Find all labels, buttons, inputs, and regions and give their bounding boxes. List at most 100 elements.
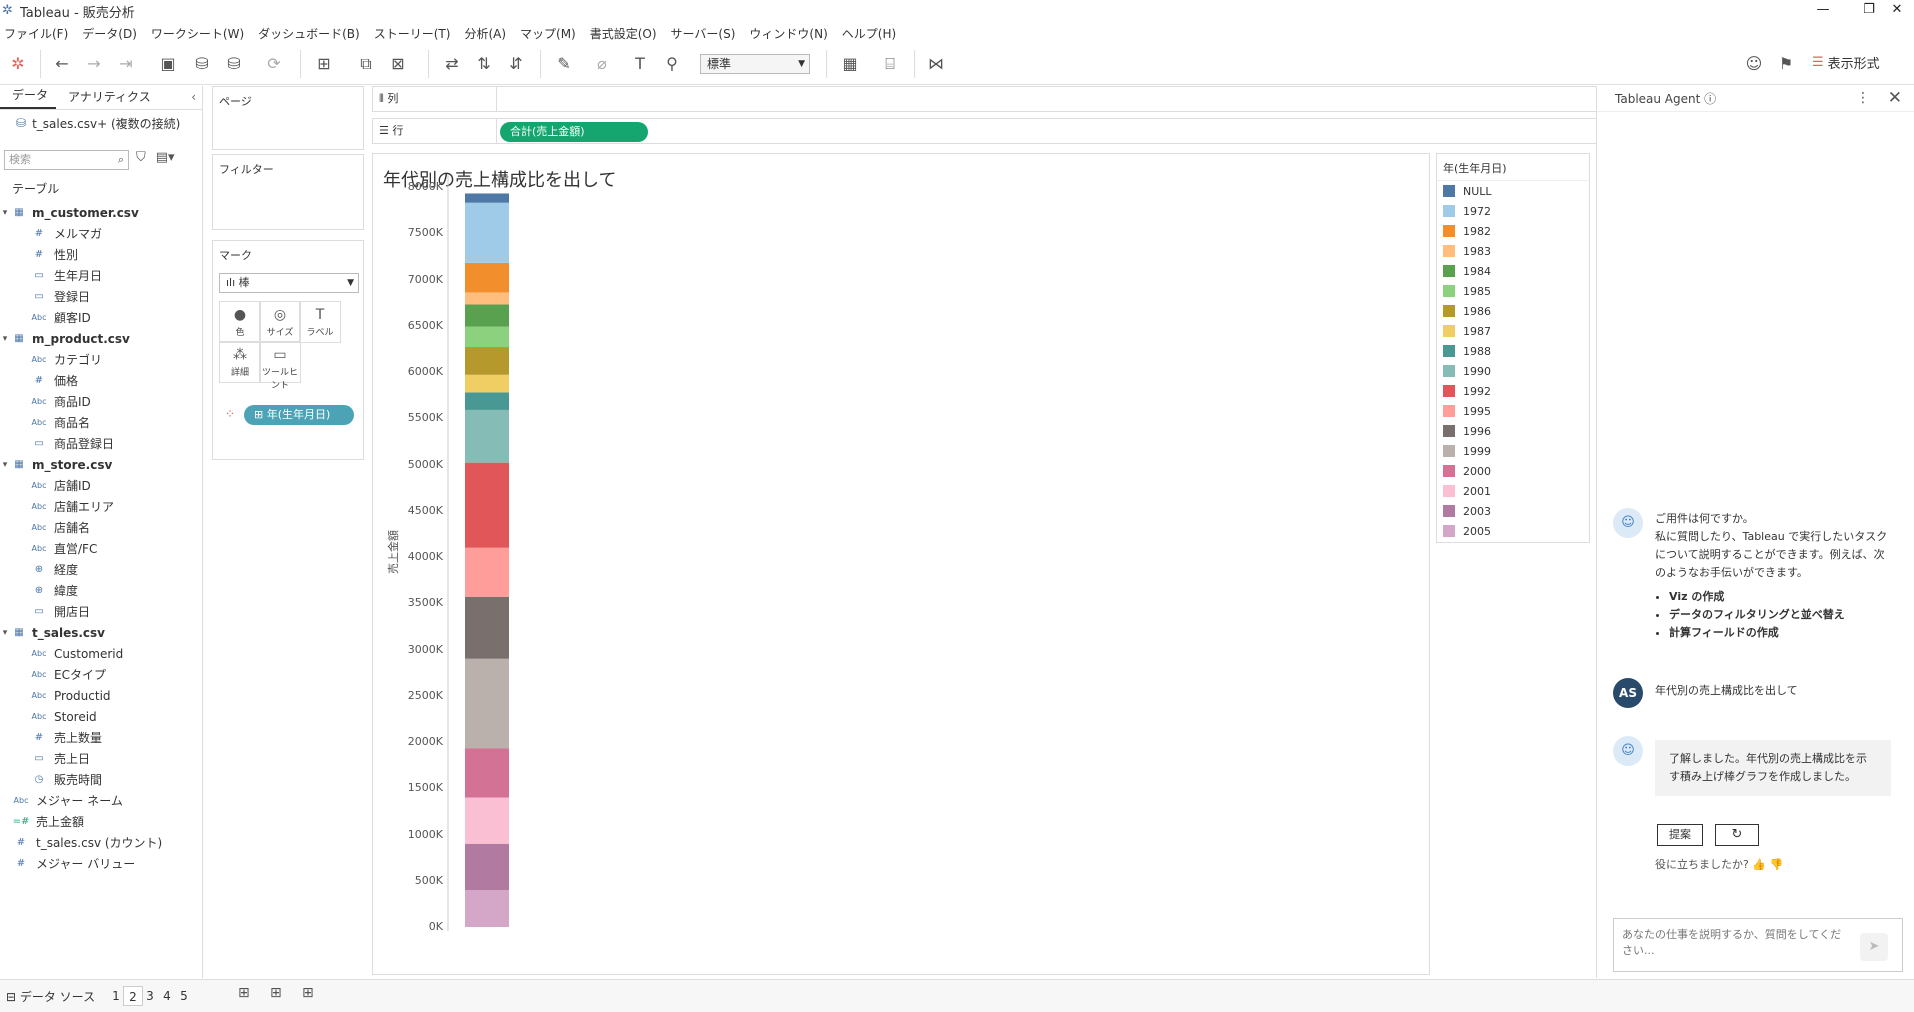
bar-segment-2000[interactable]	[465, 748, 509, 798]
field-item[interactable]: Abc 店舗ID	[0, 475, 203, 496]
bar-segment-1982[interactable]	[465, 262, 509, 293]
bar-segment-1987[interactable]	[465, 374, 509, 393]
legend-item[interactable]: 1987	[1437, 321, 1589, 341]
send-icon[interactable]: ➤	[1860, 933, 1888, 961]
field-item[interactable]: ◷ 販売時間	[0, 769, 203, 790]
field-item[interactable]: =# 売上金額	[0, 811, 203, 832]
expand-icon[interactable]: ▾	[0, 628, 10, 638]
bar-segment-1990[interactable]	[465, 409, 509, 463]
mark-type-select[interactable]: ılı 棒 ▼	[219, 273, 359, 293]
filters-card[interactable]: フィルター	[212, 154, 364, 230]
show-labels-icon[interactable]: T	[628, 52, 652, 76]
field-item[interactable]: Abc 直営/FC	[0, 538, 203, 559]
collapse-pane-icon[interactable]: ‹	[191, 90, 196, 104]
color-pill[interactable]: ⊞ 年(生年月日)	[244, 405, 354, 425]
field-item[interactable]: ▭ 生年月日	[0, 265, 203, 286]
bar-segment-1986[interactable]	[465, 347, 509, 375]
color-mark-button[interactable]: ● 色	[219, 301, 261, 343]
legend-item[interactable]: 1983	[1437, 241, 1589, 261]
agent-icon[interactable]: ☺	[1742, 52, 1766, 76]
field-item[interactable]: Abc 顧客ID	[0, 307, 203, 328]
datasource-tab[interactable]: ⊟ データ ソース	[6, 988, 95, 1005]
legend-item[interactable]: 1995	[1437, 401, 1589, 421]
search-input[interactable]: 検索 ⌕	[4, 150, 129, 170]
expand-icon[interactable]: ▾	[0, 208, 10, 218]
field-item[interactable]: ▭ 登録日	[0, 286, 203, 307]
fix-axes-icon[interactable]: ⚲	[660, 52, 684, 76]
tab-analytics[interactable]: アナリティクス	[56, 88, 159, 109]
bar-segment-NULL[interactable]	[465, 193, 509, 203]
new-worksheet-icon[interactable]: ⊞	[238, 985, 250, 1001]
tableau-home-icon[interactable]: ✲	[6, 52, 30, 76]
share-icon[interactable]: ⋈	[924, 52, 948, 76]
more-options-icon[interactable]: ⋮	[1856, 90, 1870, 106]
swap-rows-columns-icon[interactable]: ⇄	[440, 52, 464, 76]
regenerate-button[interactable]: ↻	[1715, 824, 1759, 846]
pause-updates-icon[interactable]: ⛁	[222, 52, 246, 76]
duplicate-sheet-icon[interactable]: ⧉	[354, 52, 378, 76]
menu-item-2[interactable]: ワークシート(W)	[151, 25, 244, 42]
field-item[interactable]: ▭ 商品登録日	[0, 433, 203, 454]
bar-segment-1999[interactable]	[465, 658, 509, 749]
legend-item[interactable]: 1985	[1437, 281, 1589, 301]
sort-ascending-icon[interactable]: ⇅	[472, 52, 496, 76]
field-item[interactable]: # メルマガ	[0, 223, 203, 244]
field-item[interactable]: Abc メジャー ネーム	[0, 790, 203, 811]
pages-card[interactable]: ページ	[212, 86, 364, 150]
save-icon[interactable]: ▣	[156, 52, 180, 76]
datasource-connection[interactable]: ⛁ t_sales.csv+ (複数の接続)	[0, 110, 202, 136]
field-item[interactable]: # 価格	[0, 370, 203, 391]
size-mark-button[interactable]: ◎ サイズ	[259, 301, 301, 343]
field-item[interactable]: Abc Storeid	[0, 706, 203, 727]
legend-item[interactable]: 1988	[1437, 341, 1589, 361]
field-item[interactable]: Abc カテゴリ	[0, 349, 203, 370]
field-item[interactable]: Abc 商品名	[0, 412, 203, 433]
detail-mark-button[interactable]: ⁂ 詳細	[219, 341, 261, 383]
visualization-area[interactable]: 年代別の売上構成比を出して 売上金額 0K 500K 1000K 1500K 2000K…	[372, 153, 1430, 975]
menu-item-9[interactable]: ウィンドウ(N)	[749, 25, 827, 42]
legend-item[interactable]: 1990	[1437, 361, 1589, 381]
menu-item-3[interactable]: ダッシュボード(B)	[258, 25, 360, 42]
pin-icon[interactable]: ⚑	[1774, 52, 1798, 76]
row-pill[interactable]: 合計(売上金額)	[500, 122, 648, 142]
presentation-mode-icon[interactable]: ⌸	[878, 52, 902, 76]
menu-item-0[interactable]: ファイル(F)	[4, 25, 68, 42]
tooltip-mark-button[interactable]: ▭ ツールヒント	[259, 341, 301, 391]
field-item[interactable]: # 売上数量	[0, 727, 203, 748]
sort-descending-icon[interactable]: ⇵	[504, 52, 528, 76]
stacked-bar-chart[interactable]	[373, 154, 1431, 974]
new-datasource-icon[interactable]: ⛁	[190, 52, 214, 76]
table-row[interactable]: ▾ ▦ m_store.csv	[0, 454, 203, 475]
menu-item-10[interactable]: ヘルプ(H)	[842, 25, 896, 42]
field-item[interactable]: # 性別	[0, 244, 203, 265]
new-story-icon[interactable]: ⊞	[302, 985, 314, 1001]
group-icon[interactable]: ⌀	[590, 52, 614, 76]
bar-segment-1985[interactable]	[465, 326, 509, 348]
legend-item[interactable]: 1986	[1437, 301, 1589, 321]
refresh-icon[interactable]: ⟳	[262, 52, 286, 76]
new-worksheet-icon[interactable]: ⊞	[312, 52, 336, 76]
field-item[interactable]: Abc ECタイプ	[0, 664, 203, 685]
suggest-button[interactable]: 提案	[1657, 824, 1703, 846]
field-item[interactable]: Abc 店舗名	[0, 517, 203, 538]
fit-select[interactable]: 標準 ▼	[700, 54, 810, 74]
menu-item-8[interactable]: サーバー(S)	[671, 25, 736, 42]
field-item[interactable]: Abc 商品ID	[0, 391, 203, 412]
field-item[interactable]: # メジャー バリュー	[0, 853, 203, 874]
field-item[interactable]: ▭ 売上日	[0, 748, 203, 769]
bar-segment-1992[interactable]	[465, 462, 509, 548]
menu-item-5[interactable]: 分析(A)	[464, 25, 506, 42]
menu-item-4[interactable]: ストーリー(T)	[374, 25, 451, 42]
bar-segment-1984[interactable]	[465, 304, 509, 327]
close-button[interactable]: ✕	[1880, 0, 1914, 22]
feedback-row[interactable]: 役に立ちましたか? 👍 👎	[1655, 856, 1783, 872]
field-item[interactable]: Abc Productid	[0, 685, 203, 706]
bar-segment-1972[interactable]	[465, 202, 509, 263]
filter-icon[interactable]: ⛉	[136, 150, 146, 165]
minimize-button[interactable]: —	[1800, 0, 1846, 22]
bar-segment-2001[interactable]	[465, 797, 509, 844]
label-mark-button[interactable]: T ラベル	[299, 301, 341, 343]
legend-item[interactable]: 1996	[1437, 421, 1589, 441]
tab-data[interactable]: データ	[0, 86, 57, 109]
view-options-icon[interactable]: ▤▾	[156, 150, 175, 165]
